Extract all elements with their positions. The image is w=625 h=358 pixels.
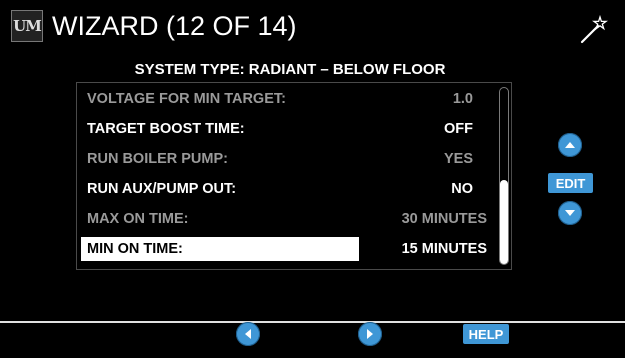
scroll-up-button[interactable] [558, 133, 582, 157]
logo-icon: UM [11, 10, 43, 42]
right-arrow-icon [367, 329, 373, 339]
setting-value: 1.0 [452, 91, 473, 107]
left-arrow-icon [245, 329, 251, 339]
down-arrow-icon [565, 210, 575, 216]
setting-label: RUN BOILER PUMP: [87, 151, 228, 167]
scrollbar[interactable] [499, 87, 509, 265]
setting-row-target-boost-time[interactable]: TARGET BOOST TIME: OFF [81, 116, 495, 142]
setting-label: MIN ON TIME: [87, 241, 183, 257]
setting-value: 15 MINUTES [401, 241, 487, 257]
setting-row-min-on-time[interactable]: MIN ON TIME: 15 MINUTES [81, 236, 495, 262]
scroll-down-button[interactable] [558, 201, 582, 225]
logo-text: UM [13, 17, 42, 35]
setting-row-max-on-time[interactable]: MAX ON TIME: 30 MINUTES [81, 206, 495, 232]
scrollbar-thumb[interactable] [500, 180, 508, 264]
up-arrow-icon [565, 142, 575, 148]
setting-label: RUN AUX/PUMP OUT: [87, 181, 237, 197]
setting-row-voltage-for-min-target[interactable]: VOLTAGE FOR MIN TARGET: 1.0 [81, 86, 495, 112]
magic-wand-icon[interactable] [578, 14, 610, 46]
settings-list[interactable]: VOLTAGE FOR MIN TARGET: 1.0 TARGET BOOST… [76, 82, 512, 270]
setting-value: OFF [444, 121, 473, 137]
setting-row-run-aux-pump-out[interactable]: RUN AUX/PUMP OUT: NO [81, 176, 495, 202]
previous-button[interactable] [236, 322, 260, 346]
setting-value: YES [443, 151, 473, 167]
page-title: WIZARD (12 OF 14) [52, 11, 297, 41]
footer-divider [0, 321, 625, 323]
system-type-heading: SYSTEM TYPE: RADIANT – BELOW FLOOR [134, 61, 446, 78]
setting-value: NO [451, 181, 473, 197]
setting-row-run-boiler-pump[interactable]: RUN BOILER PUMP: YES [81, 146, 495, 172]
next-button[interactable] [358, 322, 382, 346]
wizard-screen: UM WIZARD (12 OF 14) SYSTEM TYPE: RADIAN… [0, 0, 625, 358]
edit-button[interactable]: EDIT [548, 173, 593, 193]
setting-label: MAX ON TIME: [87, 211, 189, 227]
setting-label: VOLTAGE FOR MIN TARGET: [87, 91, 286, 107]
setting-label: TARGET BOOST TIME: [87, 121, 245, 137]
help-button[interactable]: HELP [463, 324, 509, 344]
setting-value: 30 MINUTES [401, 211, 487, 227]
